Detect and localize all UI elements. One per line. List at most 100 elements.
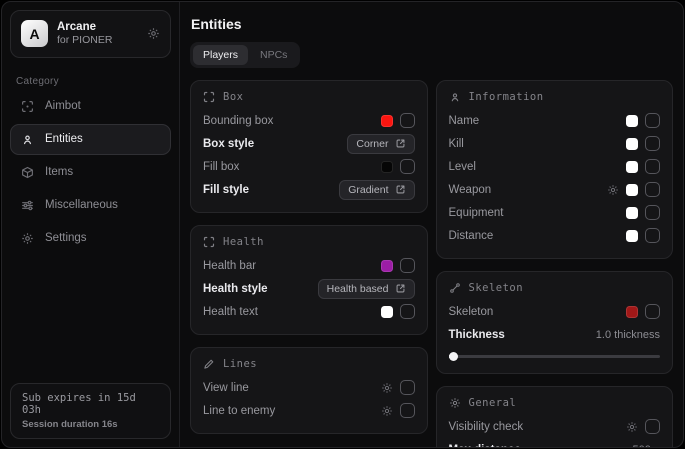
lines-section: Lines View line [190,347,428,434]
slider-value: 500m [632,444,660,448]
setting-row-level: Level [449,155,661,178]
sidebar-item-settings[interactable]: Settings [10,223,171,254]
sidebar-item-miscellaneous[interactable]: Miscellaneous [10,190,171,221]
setting-label: Health style [203,283,268,295]
color-swatch[interactable] [626,306,638,318]
setting-label: Fill box [203,161,239,173]
checkbox[interactable] [400,159,415,174]
color-swatch[interactable] [381,115,393,127]
subscription-info-card: Sub expires in 15d 03h Session duration … [10,383,171,439]
checkbox[interactable] [645,182,660,197]
bone-icon [449,282,461,294]
thickness-slider[interactable] [449,350,661,362]
setting-row-health-bar: Health bar [203,254,415,277]
setting-row-name: Name [449,109,661,132]
scan-corners-icon [203,91,215,103]
sidebar-item-label: Entities [45,133,83,145]
brand-name: Arcane [57,20,138,34]
setting-row-equipment: Equipment [449,201,661,224]
box-section: Box Bounding box Box style Cor [190,80,428,213]
general-section: General Visibility check [436,386,674,447]
setting-row-bounding-box: Bounding box [203,109,415,132]
expand-icon [395,138,406,149]
setting-row-distance: Distance [449,224,661,247]
tab-bar: Players NPCs [190,42,300,68]
checkbox[interactable] [645,419,660,434]
setting-row-skeleton: Skeleton [449,300,661,323]
color-swatch[interactable] [626,138,638,150]
setting-label: Thickness [449,329,505,341]
setting-label: Box style [203,138,254,150]
sub-expires-text: Sub expires in 15d 03h [22,392,159,416]
gear-icon [449,397,461,409]
main-content: Entities Players NPCs Box [180,2,683,447]
setting-row-max-distance: Max distance 500m [449,438,661,447]
gear-icon[interactable] [626,421,638,433]
sidebar-item-items[interactable]: Items [10,157,171,188]
setting-label: Kill [449,138,464,150]
checkbox[interactable] [645,113,660,128]
gear-icon [21,232,34,245]
setting-row-health-style: Health style Health based [203,277,415,300]
sidebar-item-entities[interactable]: Entities [10,124,171,155]
sidebar-item-aimbot[interactable]: Aimbot [10,91,171,122]
setting-label: Level [449,161,477,173]
checkbox[interactable] [645,304,660,319]
person-scan-icon [449,91,461,103]
dropdown-value: Health based [327,283,389,295]
gear-icon[interactable] [381,405,393,417]
category-label: Category [16,76,179,87]
color-swatch[interactable] [626,161,638,173]
dropdown-button[interactable]: Gradient [339,180,414,200]
setting-label: Name [449,115,480,127]
color-swatch[interactable] [381,260,393,272]
setting-row-weapon: Weapon [449,178,661,201]
checkbox[interactable] [400,304,415,319]
checkbox[interactable] [645,136,660,151]
sidebar-item-label: Aimbot [45,100,81,112]
gear-icon[interactable] [147,27,160,40]
checkbox[interactable] [645,228,660,243]
cube-icon [21,166,34,179]
dropdown-value: Corner [356,138,388,150]
setting-label: Max distance [449,444,521,448]
checkbox[interactable] [645,159,660,174]
session-duration-text: Session duration 16s [22,419,159,430]
setting-label: Equipment [449,207,504,219]
color-swatch[interactable] [381,161,393,173]
gear-icon[interactable] [381,382,393,394]
color-swatch[interactable] [381,306,393,318]
checkbox[interactable] [645,205,660,220]
checkbox[interactable] [400,258,415,273]
gear-icon[interactable] [607,184,619,196]
slider-value: 1.0 thickness [596,329,660,341]
setting-label: Health text [203,306,258,318]
setting-label: Distance [449,230,494,242]
section-title: Information [469,91,544,103]
app-window: A Arcane for PIONER Category [1,1,684,448]
tab-npcs[interactable]: NPCs [250,45,297,65]
setting-label: Visibility check [449,421,524,433]
expand-icon [395,283,406,294]
dropdown-value: Gradient [348,184,388,196]
dropdown-button[interactable]: Corner [347,134,414,154]
scan-corners-icon [203,236,215,248]
color-swatch[interactable] [626,230,638,242]
color-swatch[interactable] [626,115,638,127]
sidebar-item-label: Miscellaneous [45,199,118,211]
brand-subtitle: for PIONER [57,34,138,47]
color-swatch[interactable] [626,207,638,219]
slider-thumb[interactable] [449,352,458,361]
setting-row-fill-style: Fill style Gradient [203,178,415,201]
checkbox[interactable] [400,113,415,128]
page-title: Entities [191,16,673,32]
dropdown-button[interactable]: Health based [318,279,415,299]
checkbox[interactable] [400,403,415,418]
crosshair-icon [21,100,34,113]
tab-players[interactable]: Players [193,45,248,65]
section-title: General [469,397,517,409]
color-swatch[interactable] [626,184,638,196]
checkbox[interactable] [400,380,415,395]
person-scan-icon [21,133,34,146]
setting-row-thickness: Thickness 1.0 thickness [449,323,661,346]
